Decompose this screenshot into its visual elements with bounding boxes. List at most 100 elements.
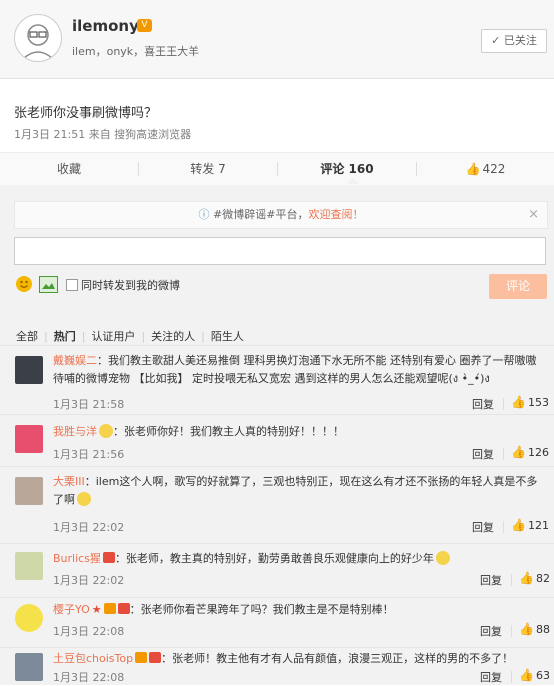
notice-link[interactable]: 欢迎查阅！	[308, 208, 363, 221]
like-count: 126	[527, 446, 549, 459]
avatar[interactable]	[14, 14, 62, 62]
like-button[interactable]: 👍 126	[511, 445, 549, 459]
comment-text: ：张老师，教主真的特别好，勤劳勇敢善良乐观健康向上的好少年	[114, 552, 434, 565]
thumbs-up-icon: 👍	[519, 571, 534, 585]
commenter-name[interactable]: 土豆包choisTop	[53, 652, 133, 665]
like-button[interactable]: 👍 88	[519, 622, 550, 636]
avatar[interactable]	[15, 477, 43, 505]
thumbs-up-icon: 👍	[465, 162, 481, 176]
close-icon[interactable]: ×	[528, 202, 539, 228]
vip-badge-icon: V	[137, 19, 152, 32]
like-count: 153	[527, 396, 549, 409]
like-button[interactable]: 👍 153	[511, 395, 549, 409]
like-button[interactable]: 👍 121	[511, 518, 549, 532]
comment-body: 大栗III：ilem这个人啊，歌写的好就算了，三观也特别正，现在这么有才还不张扬…	[53, 473, 543, 509]
reply-button[interactable]: 回复	[480, 572, 502, 588]
filter-following[interactable]: 关注的人	[151, 330, 195, 343]
like-count: 422	[482, 162, 506, 176]
thumbs-up-icon: 👍	[519, 622, 534, 636]
follow-button[interactable]: ✓ 已关注	[481, 29, 547, 53]
reply-button[interactable]: 回复	[472, 519, 494, 535]
divider	[503, 398, 504, 410]
like-count: 88	[535, 623, 550, 636]
post-action-tabs: 收藏 转发 7 评论 160 👍 422	[0, 152, 554, 186]
avatar[interactable]	[15, 425, 43, 453]
divider	[511, 574, 512, 586]
tab-pointer	[347, 178, 359, 184]
avatar[interactable]	[15, 356, 43, 384]
comment-body: 土豆包choisTop ：张老师！教主他有才有人品有颜值，浪漫三观正，这样的男的不…	[53, 650, 543, 668]
comment-body: 戴巍娱二：我们教主歌甜人美还易推倒 理科男换灯泡通下水无所不能 还特别有爱心 圈…	[53, 352, 543, 388]
user-subtitle: ilem，onyk，喜王王大羊	[72, 45, 200, 58]
like-count: 82	[535, 572, 550, 585]
post-meta: 1月3日 21:51 来自 搜狗高速浏览器	[14, 128, 192, 141]
reply-button[interactable]: 回复	[480, 623, 502, 639]
reply-button[interactable]: 回复	[480, 669, 502, 685]
comment-text: ：张老师你好！我们教主人真的特别好！！！！	[113, 425, 344, 438]
like-button[interactable]: 👍 82	[519, 571, 550, 585]
image-icon[interactable]	[39, 276, 58, 293]
comment-item: 我胜与洋 ：张老师你好！我们教主人真的特别好！！！！ 1月3日 21:56 回复 …	[0, 414, 554, 463]
member-badge-icon	[117, 603, 130, 614]
filter-all[interactable]: 全部	[16, 330, 38, 343]
info-icon: ⓘ	[198, 208, 210, 221]
comment-item: 戴巍娱二：我们教主歌甜人美还易推倒 理科男换灯泡通下水无所不能 还特别有爱心 圈…	[0, 345, 554, 414]
comment-input[interactable]	[14, 237, 546, 265]
comment-time: 1月3日 22:02	[53, 521, 125, 534]
divider	[503, 521, 504, 533]
comment-item: Burlics猩 ：张老师，教主真的特别好，勤劳勇敢善良乐观健康向上的好少年 1月…	[0, 543, 554, 596]
like-button[interactable]: 👍 63	[519, 668, 550, 682]
comment-filters: 全部 | 热门 | 认证用户 | 关注的人 | 陌生人	[16, 330, 244, 343]
comment-item: 樱子YO ★ ：张老师你看芒果跨年了吗？我们教主是不是特别棒！ 1月3日 22:08…	[0, 597, 554, 646]
member-badge-icon	[149, 652, 162, 663]
vip-badge-icon	[135, 652, 148, 663]
reply-button[interactable]: 回复	[472, 396, 494, 412]
comment-body: Burlics猩 ：张老师，教主真的特别好，勤劳勇敢善良乐观健康向上的好少年	[53, 550, 543, 568]
avatar[interactable]	[15, 552, 43, 580]
comment-time: 1月3日 22:08	[53, 625, 125, 638]
comment-body: 樱子YO ★ ：张老师你看芒果跨年了吗？我们教主是不是特别棒！	[53, 601, 543, 619]
thumbs-up-icon: 👍	[511, 518, 526, 532]
like-count: 121	[527, 519, 549, 532]
filter-verified[interactable]: 认证用户	[91, 330, 135, 343]
thumbs-up-icon: 👍	[519, 668, 534, 682]
filter-strangers[interactable]: 陌生人	[211, 330, 244, 343]
member-badge-icon	[102, 552, 115, 563]
reply-button[interactable]: 回复	[472, 446, 494, 462]
also-repost-checkbox[interactable]	[66, 279, 78, 291]
commenter-name[interactable]: Burlics猩	[53, 552, 101, 565]
post-text: 张老师你没事刷微博吗？	[14, 106, 158, 121]
comment-text: ：张老师你看芒果跨年了吗？我们教主是不是特别棒！	[129, 603, 394, 616]
comment-body: 我胜与洋 ：张老师你好！我们教主人真的特别好！！！！	[53, 423, 543, 441]
tab-favorite[interactable]: 收藏	[0, 153, 138, 185]
commenter-name[interactable]: 我胜与洋	[53, 425, 97, 438]
like-count: 63	[535, 669, 550, 682]
tab-like[interactable]: 👍 422	[417, 153, 554, 185]
smiley-icon	[435, 551, 450, 565]
check-icon: ✓	[491, 34, 504, 47]
rumor-notice: ⓘ #微博辟谣#平台，欢迎查阅！ ×	[14, 201, 548, 229]
comment-time: 1月3日 21:58	[53, 398, 125, 411]
divider	[511, 625, 512, 637]
thumbs-up-icon: 👍	[511, 445, 526, 459]
notice-text: #微博辟谣#平台，	[213, 208, 309, 221]
profile-header: ilemonyk V ilem，onyk，喜王王大羊 ✓ 已关注	[0, 0, 554, 79]
comment-item: 土豆包choisTop ：张老师！教主他有才有人品有颜值，浪漫三观正，这样的男的不…	[0, 647, 554, 686]
avatar[interactable]	[15, 653, 43, 681]
thumbs-up-icon: 👍	[511, 395, 526, 409]
comment-text: ：我们教主歌甜人美还易推倒 理科男换灯泡通下水无所不能 还特别有爱心 圈养了一帮…	[53, 354, 537, 385]
star-icon: ★	[91, 603, 102, 616]
smiley-icon	[99, 424, 113, 438]
commenter-name[interactable]: 戴巍娱二	[53, 354, 97, 367]
submit-comment-button[interactable]: 评论	[489, 274, 547, 299]
comment-item: 大栗III：ilem这个人啊，歌写的好就算了，三观也特别正，现在这么有才还不张扬…	[0, 466, 554, 541]
avatar[interactable]	[15, 604, 43, 632]
comment-time: 1月3日 22:02	[53, 574, 125, 587]
commenter-name[interactable]: 大栗III	[53, 475, 85, 488]
emoji-icon[interactable]	[16, 276, 32, 292]
also-repost-label: 同时转发到我的微博	[81, 279, 180, 292]
commenter-name[interactable]: 樱子YO	[53, 603, 90, 616]
filter-hot[interactable]: 热门	[54, 330, 76, 343]
comment-time: 1月3日 22:08	[53, 671, 125, 684]
tab-repost[interactable]: 转发 7	[139, 153, 277, 185]
